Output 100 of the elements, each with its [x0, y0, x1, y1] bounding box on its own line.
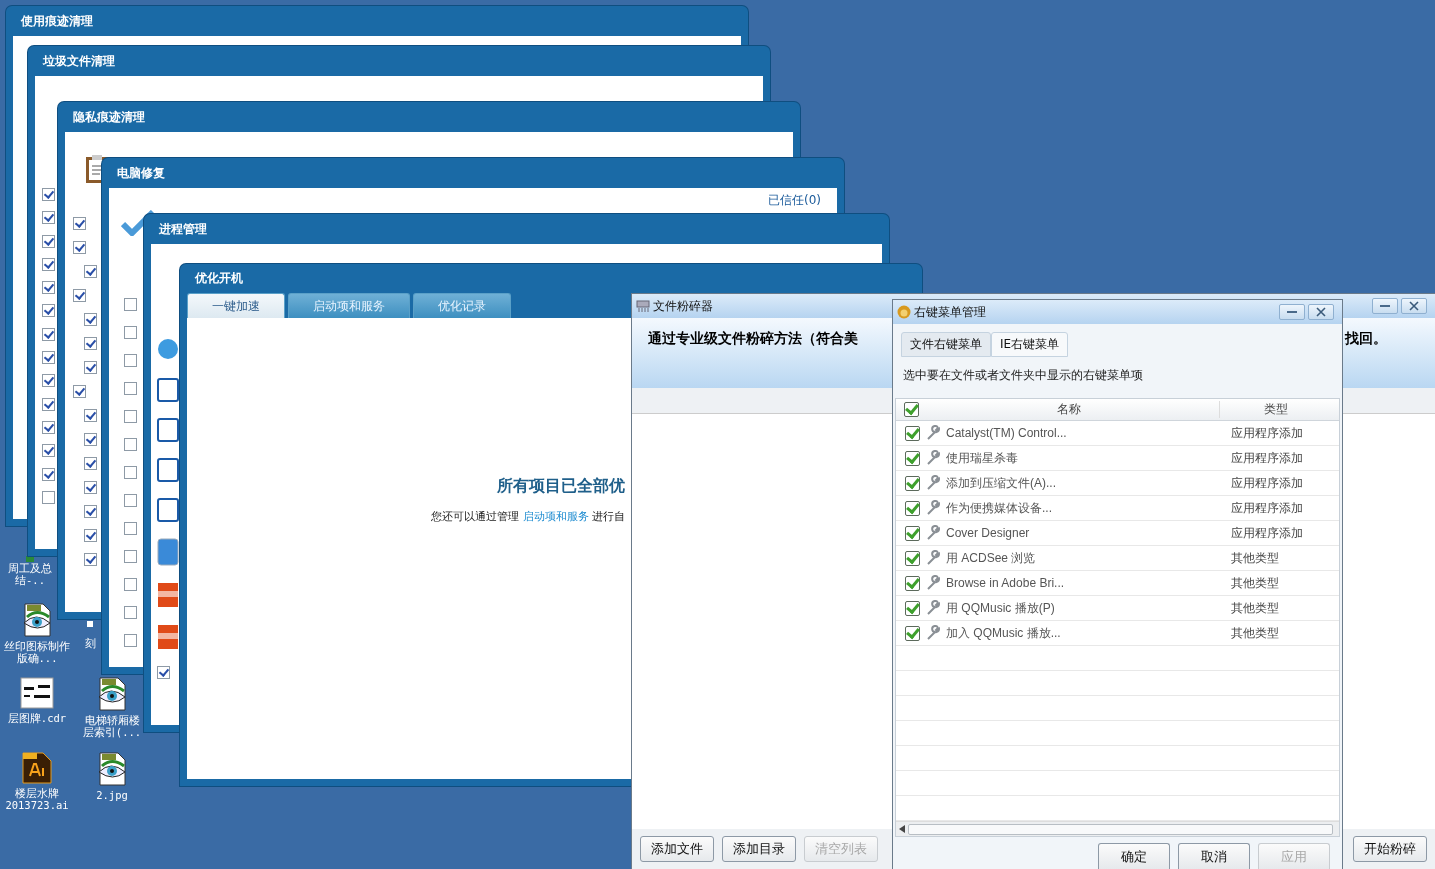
app-icon [157, 538, 179, 566]
checkbox[interactable] [42, 257, 55, 271]
status-heading: 所有项目已全部优 [497, 476, 625, 497]
checkbox[interactable] [42, 304, 55, 318]
checkbox[interactable] [905, 600, 920, 616]
tab[interactable]: 文件右键菜单 [901, 332, 991, 357]
checkbox[interactable] [157, 666, 170, 679]
checkbox[interactable] [124, 382, 137, 395]
tab[interactable]: IE右键菜单 [991, 332, 1069, 357]
checkbox[interactable] [84, 505, 97, 518]
image-file-icon[interactable] [21, 603, 53, 637]
window-title: 文件粉碎器 [653, 297, 713, 315]
checkbox[interactable] [905, 625, 920, 641]
checkbox[interactable] [42, 397, 55, 411]
image-file-icon[interactable] [96, 677, 128, 711]
close-button[interactable] [1401, 298, 1427, 314]
table-cell-text: Browse in Adobe Bri... [946, 576, 1066, 590]
checkbox[interactable] [84, 529, 97, 542]
table-cell: 应用程序添加 [1231, 474, 1303, 492]
checkbox[interactable] [905, 550, 920, 566]
checkbox[interactable] [84, 265, 97, 278]
checkbox[interactable] [124, 298, 137, 311]
dialog-button[interactable]: 取消 [1178, 843, 1250, 869]
icon-label: 刻 [83, 637, 97, 649]
close-button[interactable] [1308, 304, 1334, 320]
checkbox[interactable] [84, 457, 97, 470]
intro-text: 通过专业级文件粉碎方法（符合美 [648, 330, 858, 348]
app-icon [157, 624, 179, 650]
action-button[interactable]: 添加目录 [722, 836, 796, 862]
checkbox[interactable] [905, 475, 920, 491]
table-cell: 应用程序添加 [1231, 449, 1303, 467]
checkbox[interactable] [84, 433, 97, 446]
window-title: 电脑修复 [117, 164, 165, 182]
close-icon[interactable] [1316, 307, 1326, 317]
checkbox[interactable] [42, 327, 55, 341]
checkbox[interactable] [124, 326, 137, 339]
wrench-icon [925, 525, 941, 541]
checkbox[interactable] [124, 438, 137, 451]
close-icon[interactable] [1409, 301, 1419, 311]
table-cell: 其他类型 [1231, 549, 1279, 567]
services-link[interactable]: 启动项和服务 [522, 510, 589, 523]
checkbox[interactable] [84, 313, 97, 326]
minimize-button[interactable] [1372, 298, 1398, 314]
table-cell-text: 用 QQMusic 播放(P) [946, 599, 1056, 617]
checkbox[interactable] [42, 444, 55, 458]
checkbox[interactable] [84, 553, 97, 566]
window-title: 垃圾文件清理 [43, 52, 115, 70]
checkbox[interactable] [124, 578, 137, 591]
window-title: 优化开机 [195, 269, 243, 287]
checkbox[interactable] [124, 466, 137, 479]
icon-label: 2.jpg [95, 789, 129, 801]
column-header[interactable]: 名称 [919, 401, 1219, 418]
wrench-icon [925, 425, 941, 441]
trusted-link[interactable]: 已信任(0) [768, 192, 821, 209]
column-header[interactable]: 类型 [1219, 401, 1331, 418]
minimize-button[interactable] [1279, 304, 1305, 320]
checkbox[interactable] [84, 337, 97, 350]
checkbox[interactable] [905, 425, 920, 441]
action-button[interactable]: 添加文件 [640, 836, 714, 862]
checkbox[interactable] [73, 289, 86, 302]
checkbox[interactable] [42, 374, 55, 388]
checkbox[interactable] [124, 494, 137, 507]
icon-label: 层图牌.cdr [6, 712, 68, 724]
checkbox[interactable] [42, 281, 55, 295]
window-title: 隐私痕迹清理 [73, 108, 145, 126]
start-button[interactable]: 开始粉碎 [1353, 836, 1427, 862]
checkbox[interactable] [905, 450, 920, 466]
tab[interactable]: 一键加速 [187, 293, 285, 318]
wrench-icon [925, 500, 941, 516]
checkbox[interactable] [905, 575, 920, 591]
checkbox[interactable] [124, 354, 137, 367]
checkbox[interactable] [42, 188, 55, 201]
checkbox[interactable] [905, 500, 920, 516]
checkbox[interactable] [73, 385, 86, 398]
checkbox[interactable] [42, 490, 55, 504]
wrench-icon [925, 550, 941, 566]
checkbox[interactable] [42, 467, 55, 481]
checkbox[interactable] [42, 234, 55, 248]
wrench-icon [925, 475, 941, 491]
checkbox[interactable] [73, 241, 86, 254]
checkbox[interactable] [84, 361, 97, 374]
checkbox[interactable] [84, 481, 97, 494]
checkbox[interactable] [124, 410, 137, 423]
checkbox[interactable] [124, 634, 137, 647]
checkbox[interactable] [42, 351, 55, 365]
dialog-button[interactable]: 确定 [1098, 843, 1170, 869]
checkbox[interactable] [904, 402, 919, 417]
checkbox[interactable] [905, 525, 920, 541]
checkbox[interactable] [124, 522, 137, 535]
horizontal-scrollbar[interactable] [896, 821, 1339, 836]
checkbox[interactable] [124, 606, 137, 619]
illustrator-file-icon[interactable] [22, 752, 52, 784]
checkbox[interactable] [84, 409, 97, 422]
checkbox[interactable] [124, 550, 137, 563]
checkbox[interactable] [42, 420, 55, 434]
table-cell-text: Cover Designer [946, 526, 1031, 540]
checkbox[interactable] [73, 217, 86, 230]
scroll-left-icon[interactable] [899, 825, 905, 833]
image-file-icon[interactable] [96, 752, 128, 786]
checkbox[interactable] [42, 211, 55, 225]
